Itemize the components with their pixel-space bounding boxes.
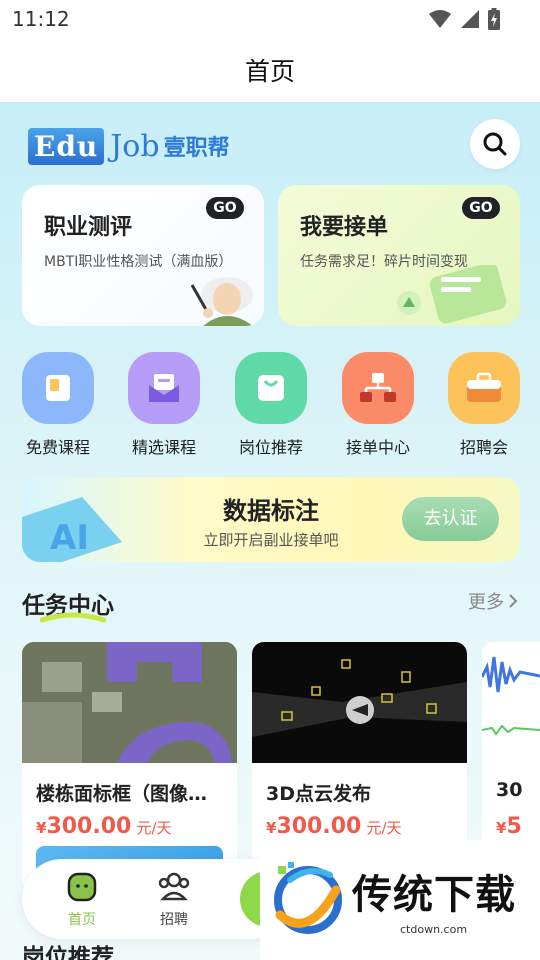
nav-item-home[interactable]: 首页 — [52, 871, 112, 929]
title-bar: 首页 — [0, 36, 540, 102]
search-button[interactable] — [470, 119, 520, 169]
task-image — [482, 642, 540, 763]
chevron-right-icon — [509, 594, 518, 608]
task-title: 30 — [496, 779, 523, 801]
nav-label: 首页 — [68, 912, 96, 928]
card-take-order[interactable]: 我要接单 任务需求足！碎片时间变现 GO — [278, 185, 520, 326]
grid-label: 岗位推荐 — [238, 438, 303, 457]
data-annotation-banner[interactable]: AI 数据标注 立即开启副业接单吧 去认证 — [22, 477, 520, 562]
bottom-nav: 首页 招聘 — [22, 859, 296, 939]
grid-item-job-fair[interactable]: 招聘会 — [442, 352, 526, 458]
job-recommend-section-title: 岗位推荐 — [22, 945, 114, 960]
grid-item-premium-courses[interactable]: 精选课程 — [122, 352, 206, 458]
grid-label: 免费课程 — [25, 438, 90, 457]
grid-label: 接单中心 — [345, 438, 410, 457]
briefcase-icon — [448, 352, 520, 424]
app-logo: Edu Job 壹职帮 — [28, 124, 230, 168]
people-icon — [158, 872, 190, 901]
task-price: ¥300.00 元/天 — [266, 814, 402, 839]
logo-job: Job — [110, 128, 160, 164]
card-title: 我要接单 — [300, 215, 389, 240]
task-section-title: 任务中心 — [22, 586, 114, 623]
grid-label: 精选课程 — [131, 438, 196, 457]
status-bar: 11:12 — [0, 0, 540, 36]
watermark-text: 传统下载 — [352, 872, 516, 918]
status-time: 11:12 — [12, 7, 70, 31]
underline-swoosh — [40, 612, 106, 623]
watermark-logo-icon — [274, 862, 342, 934]
task-price: ¥5 — [496, 814, 522, 839]
quick-grid: 免费课程 精选课程 岗位推荐 接单中心 招聘会 — [0, 352, 540, 462]
more-label: 更多 — [468, 592, 504, 613]
network-icon — [342, 352, 414, 424]
status-icons — [428, 8, 500, 30]
more-link[interactable]: 更多 — [468, 588, 518, 614]
search-icon — [483, 132, 507, 156]
signal-icon — [461, 10, 479, 28]
grid-item-free-courses[interactable]: 免费课程 — [16, 352, 100, 458]
home-icon — [67, 872, 97, 902]
task-card[interactable]: 楼栋面标框（图像… ¥300.00 元/天 — [22, 642, 237, 892]
logo-edu: Edu — [28, 127, 105, 165]
grid-item-job-recommend[interactable]: 岗位推荐 — [229, 352, 313, 458]
nav-item-recruit[interactable]: 招聘 — [144, 871, 204, 929]
wifi-icon — [429, 10, 451, 28]
battery-icon — [488, 8, 500, 30]
task-title: 3D点云发布 — [266, 783, 371, 805]
einstein-illustration — [190, 277, 253, 326]
go-badge: GO — [206, 197, 244, 219]
verify-button[interactable]: 去认证 — [402, 497, 499, 541]
mail-icon — [128, 352, 200, 424]
task-title: 楼栋面标框（图像… — [36, 783, 208, 805]
card-career-test[interactable]: 职业测评 MBTI职业性格测试（满血版） GO — [22, 185, 264, 326]
main-content[interactable]: Edu Job 壹职帮 职业测评 MBTI职业性格测试（满血版） GO 我要接单… — [0, 102, 540, 960]
task-image — [252, 642, 467, 763]
watermark-url: ctdown.com — [400, 923, 468, 936]
screens-illustration — [397, 265, 507, 324]
logo-cn: 壹职帮 — [163, 136, 230, 161]
go-badge: GO — [462, 197, 500, 219]
page-title: 首页 — [244, 57, 295, 86]
grid-label: 招聘会 — [459, 438, 508, 457]
task-image — [22, 642, 237, 763]
watermark: 传统下载 ctdown.com — [260, 840, 540, 960]
nav-label: 招聘 — [160, 912, 188, 928]
grid-item-order-center[interactable]: 接单中心 — [336, 352, 420, 458]
book-icon — [22, 352, 94, 424]
task-price: ¥300.00 元/天 — [36, 814, 172, 839]
card-title: 职业测评 — [44, 215, 133, 240]
bag-icon — [235, 352, 307, 424]
